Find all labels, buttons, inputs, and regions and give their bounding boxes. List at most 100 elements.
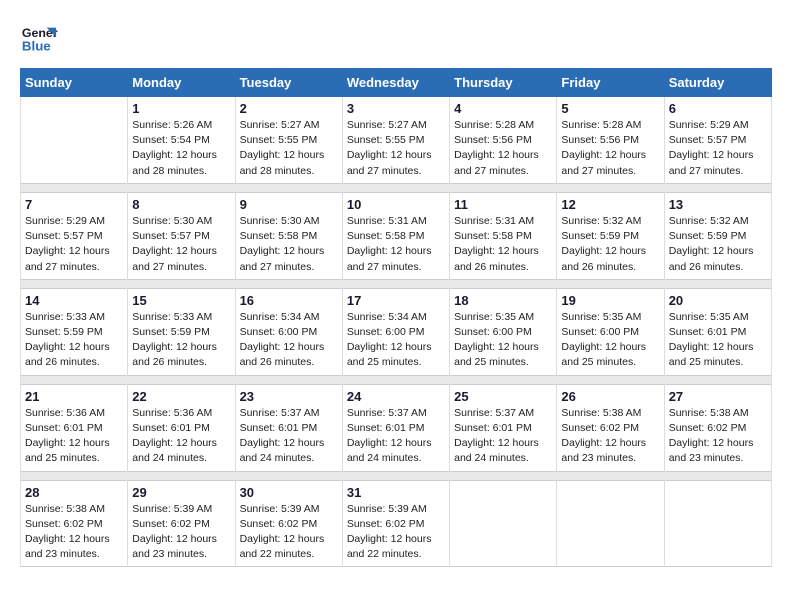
day-info: Sunrise: 5:34 AM Sunset: 6:00 PM Dayligh… bbox=[240, 310, 338, 371]
day-number: 5 bbox=[561, 101, 659, 116]
header-thursday: Thursday bbox=[450, 69, 557, 97]
calendar-cell bbox=[450, 480, 557, 567]
day-number: 9 bbox=[240, 197, 338, 212]
day-number: 12 bbox=[561, 197, 659, 212]
day-info: Sunrise: 5:29 AM Sunset: 5:57 PM Dayligh… bbox=[25, 214, 123, 275]
calendar-cell: 30 Sunrise: 5:39 AM Sunset: 6:02 PM Dayli… bbox=[235, 480, 342, 567]
day-info: Sunrise: 5:36 AM Sunset: 6:01 PM Dayligh… bbox=[132, 406, 230, 467]
calendar-cell: 13 Sunrise: 5:32 AM Sunset: 5:59 PM Dayli… bbox=[664, 192, 771, 279]
day-number: 16 bbox=[240, 293, 338, 308]
week-row-2: 7 Sunrise: 5:29 AM Sunset: 5:57 PM Daylig… bbox=[21, 192, 772, 279]
calendar-cell bbox=[21, 97, 128, 184]
calendar-cell: 27 Sunrise: 5:38 AM Sunset: 6:02 PM Dayli… bbox=[664, 384, 771, 471]
day-info: Sunrise: 5:28 AM Sunset: 5:56 PM Dayligh… bbox=[561, 118, 659, 179]
day-info: Sunrise: 5:35 AM Sunset: 6:00 PM Dayligh… bbox=[454, 310, 552, 371]
day-number: 7 bbox=[25, 197, 123, 212]
calendar-cell: 24Sunrise: 5:37 AM Sunset: 6:01 PM Dayli… bbox=[342, 384, 449, 471]
day-info: Sunrise: 5:32 AM Sunset: 5:59 PM Dayligh… bbox=[561, 214, 659, 275]
day-info: Sunrise: 5:26 AM Sunset: 5:54 PM Dayligh… bbox=[132, 118, 230, 179]
day-number: 6 bbox=[669, 101, 767, 116]
calendar-cell bbox=[664, 480, 771, 567]
day-info: Sunrise: 5:30 AM Sunset: 5:58 PM Dayligh… bbox=[240, 214, 338, 275]
day-info: Sunrise: 5:27 AM Sunset: 5:55 PM Dayligh… bbox=[240, 118, 338, 179]
week-separator bbox=[21, 183, 772, 192]
day-info: Sunrise: 5:31 AM Sunset: 5:58 PM Dayligh… bbox=[347, 214, 445, 275]
day-number: 21 bbox=[25, 389, 123, 404]
day-number: 2 bbox=[240, 101, 338, 116]
day-info: Sunrise: 5:36 AM Sunset: 6:01 PM Dayligh… bbox=[25, 406, 123, 467]
separator-cell bbox=[21, 279, 772, 288]
calendar-cell: 15 Sunrise: 5:33 AM Sunset: 5:59 PM Dayli… bbox=[128, 288, 235, 375]
day-number: 28 bbox=[25, 485, 123, 500]
day-number: 10 bbox=[347, 197, 445, 212]
calendar-cell: 19Sunrise: 5:35 AM Sunset: 6:00 PM Dayli… bbox=[557, 288, 664, 375]
day-number: 30 bbox=[240, 485, 338, 500]
header-friday: Friday bbox=[557, 69, 664, 97]
day-number: 20 bbox=[669, 293, 767, 308]
calendar-cell: 18 Sunrise: 5:35 AM Sunset: 6:00 PM Dayli… bbox=[450, 288, 557, 375]
day-number: 8 bbox=[132, 197, 230, 212]
day-info: Sunrise: 5:39 AM Sunset: 6:02 PM Dayligh… bbox=[240, 502, 338, 563]
day-info: Sunrise: 5:34 AM Sunset: 6:00 PM Dayligh… bbox=[347, 310, 445, 371]
calendar-table: SundayMondayTuesdayWednesdayThursdayFrid… bbox=[20, 68, 772, 567]
calendar-cell bbox=[557, 480, 664, 567]
calendar-cell: 29Sunrise: 5:39 AM Sunset: 6:02 PM Dayli… bbox=[128, 480, 235, 567]
calendar-cell: 9 Sunrise: 5:30 AM Sunset: 5:58 PM Daylig… bbox=[235, 192, 342, 279]
calendar-cell: 28Sunrise: 5:38 AM Sunset: 6:02 PM Dayli… bbox=[21, 480, 128, 567]
day-info: Sunrise: 5:35 AM Sunset: 6:01 PM Dayligh… bbox=[669, 310, 767, 371]
calendar-cell: 8 Sunrise: 5:30 AM Sunset: 5:57 PM Daylig… bbox=[128, 192, 235, 279]
day-number: 17 bbox=[347, 293, 445, 308]
day-info: Sunrise: 5:38 AM Sunset: 6:02 PM Dayligh… bbox=[669, 406, 767, 467]
header-tuesday: Tuesday bbox=[235, 69, 342, 97]
header-wednesday: Wednesday bbox=[342, 69, 449, 97]
week-row-5: 28Sunrise: 5:38 AM Sunset: 6:02 PM Dayli… bbox=[21, 480, 772, 567]
week-row-4: 21 Sunrise: 5:36 AM Sunset: 6:01 PM Dayli… bbox=[21, 384, 772, 471]
calendar-cell: 5 Sunrise: 5:28 AM Sunset: 5:56 PM Daylig… bbox=[557, 97, 664, 184]
calendar-header-row: SundayMondayTuesdayWednesdayThursdayFrid… bbox=[21, 69, 772, 97]
calendar-cell: 7 Sunrise: 5:29 AM Sunset: 5:57 PM Daylig… bbox=[21, 192, 128, 279]
calendar-cell: 6 Sunrise: 5:29 AM Sunset: 5:57 PM Daylig… bbox=[664, 97, 771, 184]
day-number: 24 bbox=[347, 389, 445, 404]
svg-text:Blue: Blue bbox=[22, 38, 51, 53]
calendar-cell: 11 Sunrise: 5:31 AM Sunset: 5:58 PM Dayli… bbox=[450, 192, 557, 279]
day-info: Sunrise: 5:31 AM Sunset: 5:58 PM Dayligh… bbox=[454, 214, 552, 275]
day-info: Sunrise: 5:33 AM Sunset: 5:59 PM Dayligh… bbox=[132, 310, 230, 371]
calendar-cell: 14 Sunrise: 5:33 AM Sunset: 5:59 PM Dayli… bbox=[21, 288, 128, 375]
week-row-3: 14 Sunrise: 5:33 AM Sunset: 5:59 PM Dayli… bbox=[21, 288, 772, 375]
day-info: Sunrise: 5:37 AM Sunset: 6:01 PM Dayligh… bbox=[454, 406, 552, 467]
day-number: 11 bbox=[454, 197, 552, 212]
day-number: 26 bbox=[561, 389, 659, 404]
day-number: 22 bbox=[132, 389, 230, 404]
day-number: 13 bbox=[669, 197, 767, 212]
logo: General Blue bbox=[20, 20, 58, 58]
calendar-cell: 31Sunrise: 5:39 AM Sunset: 6:02 PM Dayli… bbox=[342, 480, 449, 567]
calendar-cell: 25Sunrise: 5:37 AM Sunset: 6:01 PM Dayli… bbox=[450, 384, 557, 471]
separator-cell bbox=[21, 375, 772, 384]
day-info: Sunrise: 5:38 AM Sunset: 6:02 PM Dayligh… bbox=[561, 406, 659, 467]
page-header: General Blue bbox=[20, 20, 772, 58]
calendar-cell: 3 Sunrise: 5:27 AM Sunset: 5:55 PM Daylig… bbox=[342, 97, 449, 184]
day-number: 18 bbox=[454, 293, 552, 308]
day-info: Sunrise: 5:27 AM Sunset: 5:55 PM Dayligh… bbox=[347, 118, 445, 179]
header-monday: Monday bbox=[128, 69, 235, 97]
calendar-cell: 1 Sunrise: 5:26 AM Sunset: 5:54 PM Daylig… bbox=[128, 97, 235, 184]
day-info: Sunrise: 5:39 AM Sunset: 6:02 PM Dayligh… bbox=[347, 502, 445, 563]
day-info: Sunrise: 5:35 AM Sunset: 6:00 PM Dayligh… bbox=[561, 310, 659, 371]
day-number: 15 bbox=[132, 293, 230, 308]
day-number: 3 bbox=[347, 101, 445, 116]
logo-icon: General Blue bbox=[20, 20, 58, 58]
day-number: 27 bbox=[669, 389, 767, 404]
calendar-cell: 4Sunrise: 5:28 AM Sunset: 5:56 PM Daylig… bbox=[450, 97, 557, 184]
day-info: Sunrise: 5:29 AM Sunset: 5:57 PM Dayligh… bbox=[669, 118, 767, 179]
week-row-1: 1 Sunrise: 5:26 AM Sunset: 5:54 PM Daylig… bbox=[21, 97, 772, 184]
day-number: 14 bbox=[25, 293, 123, 308]
day-number: 1 bbox=[132, 101, 230, 116]
day-info: Sunrise: 5:37 AM Sunset: 6:01 PM Dayligh… bbox=[240, 406, 338, 467]
day-info: Sunrise: 5:33 AM Sunset: 5:59 PM Dayligh… bbox=[25, 310, 123, 371]
day-info: Sunrise: 5:32 AM Sunset: 5:59 PM Dayligh… bbox=[669, 214, 767, 275]
week-separator bbox=[21, 471, 772, 480]
day-info: Sunrise: 5:30 AM Sunset: 5:57 PM Dayligh… bbox=[132, 214, 230, 275]
day-info: Sunrise: 5:39 AM Sunset: 6:02 PM Dayligh… bbox=[132, 502, 230, 563]
day-number: 4 bbox=[454, 101, 552, 116]
calendar-cell: 26 Sunrise: 5:38 AM Sunset: 6:02 PM Dayli… bbox=[557, 384, 664, 471]
